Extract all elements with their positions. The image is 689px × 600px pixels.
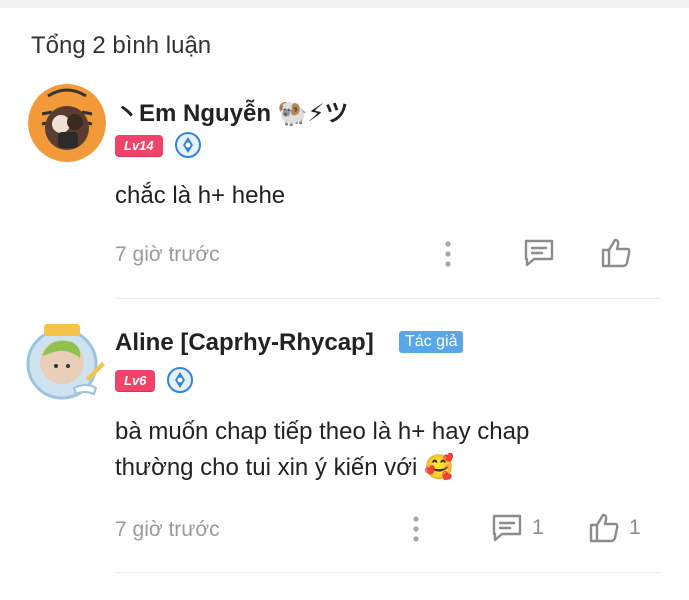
commenter-name[interactable]: 丶Em Nguyễn 🐏⚡ツ	[115, 93, 348, 128]
vertical-dots-icon	[406, 513, 426, 545]
comment-bubble-icon	[490, 512, 524, 544]
avatar[interactable]	[28, 84, 106, 162]
reply-button[interactable]	[522, 237, 564, 269]
comment-text: bà muốn chap tiếp theo là h+ hay chap th…	[115, 418, 530, 481]
badge-row: Lv6	[115, 367, 194, 393]
commenter-name[interactable]: Aline [Caprhy-Rhycap]	[115, 329, 374, 357]
comment-time: 7 giờ trước	[115, 243, 220, 266]
comment-time: 7 giờ trước	[115, 518, 220, 541]
shield-medal-icon	[174, 132, 201, 158]
vertical-dots-icon	[438, 238, 458, 270]
writer-frame-avatar-icon	[26, 324, 105, 400]
divider	[115, 298, 660, 299]
like-count: 1	[629, 516, 641, 539]
level-badge: Lv6	[115, 369, 156, 391]
level-badge: Lv14	[115, 134, 163, 156]
tiger-frame-avatar-icon	[28, 84, 106, 162]
author-tag: Tác giả	[399, 331, 464, 353]
like-button[interactable]	[599, 236, 641, 270]
like-button[interactable]: 1	[587, 511, 641, 545]
more-button[interactable]	[406, 513, 426, 545]
shield-medal-icon	[167, 367, 194, 393]
comment-count-title: Tổng 2 bình luận	[31, 32, 212, 59]
more-button[interactable]	[438, 238, 458, 270]
reply-button[interactable]: 1	[490, 512, 544, 544]
thumbs-up-icon	[587, 511, 621, 545]
comment-text: chắc là h+ hehe	[115, 182, 286, 209]
divider	[115, 572, 660, 573]
comment-bubble-icon	[522, 237, 556, 269]
reply-count: 1	[532, 516, 544, 539]
top-strip	[0, 0, 689, 8]
badge-row: Lv14	[115, 132, 201, 158]
thumbs-up-icon	[599, 236, 633, 270]
avatar[interactable]	[24, 322, 105, 400]
